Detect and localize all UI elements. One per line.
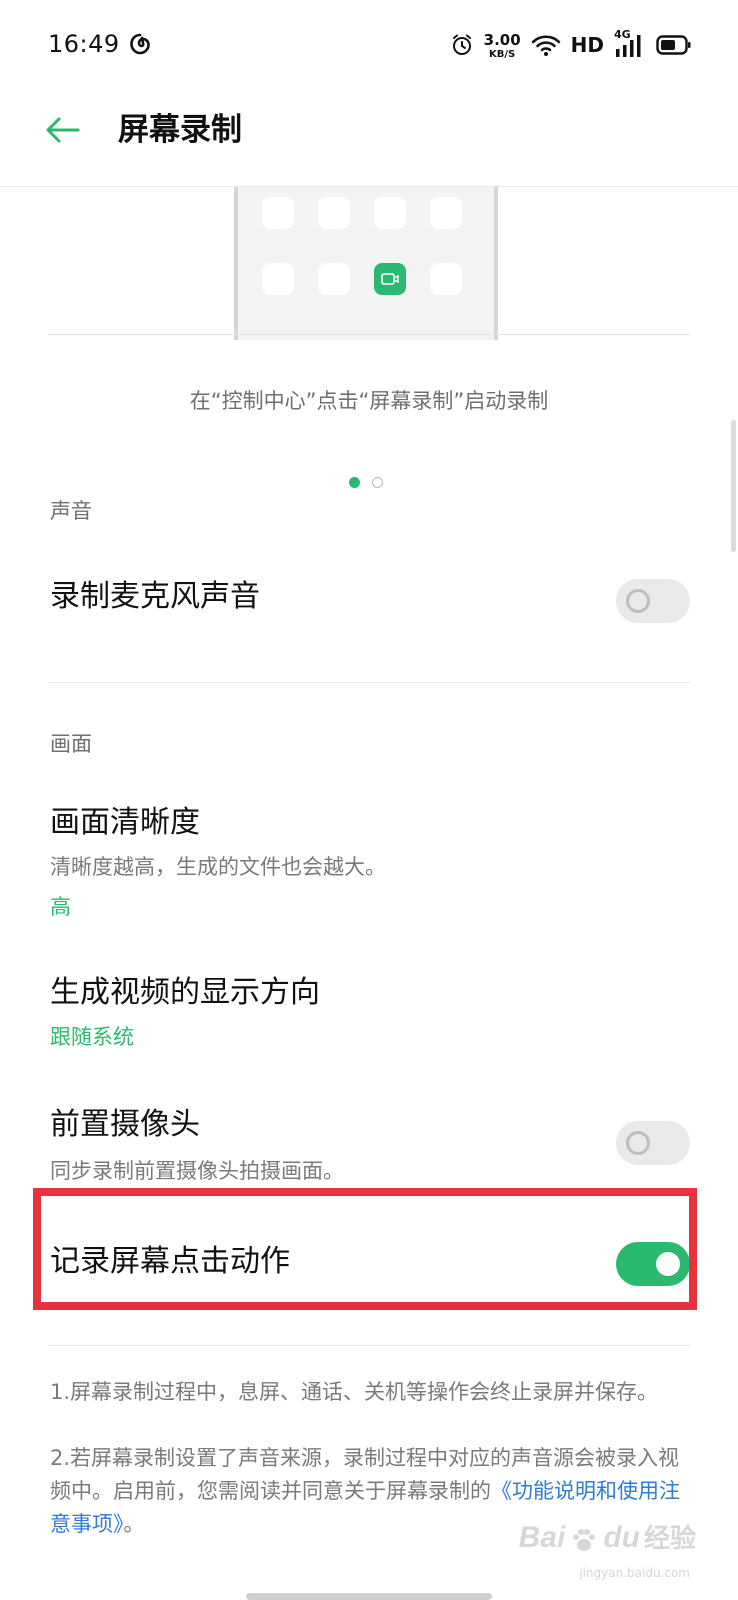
orientation-setting-value: 跟随系统 <box>50 1025 134 1049</box>
illustration-caption: 在“控制中心”点击“屏幕录制”启动录制 <box>189 389 549 413</box>
control-tile <box>318 263 350 295</box>
control-tile <box>318 197 350 229</box>
toggle-knob <box>626 1131 650 1155</box>
scrollbar-thumb[interactable] <box>731 420 736 552</box>
back-arrow-icon[interactable] <box>42 110 82 150</box>
front-camera-setting-title: 前置摄像头 <box>50 1107 200 1142</box>
mic-toggle[interactable] <box>616 579 690 623</box>
control-center-illustration <box>0 187 738 347</box>
front-camera-toggle[interactable] <box>616 1121 690 1165</box>
baidu-jingyan-watermark: Bai du 经验 <box>519 1518 696 1555</box>
hd-indicator: HD <box>570 33 604 57</box>
watermark-url: jingyan.baidu.com <box>579 1566 690 1580</box>
control-tile <box>430 197 462 229</box>
watermark-cn: 经验 <box>643 1524 696 1554</box>
section-divider <box>48 1345 690 1346</box>
screen-record-settings-page: 16:49 3.00 KB/S HD 4G 屏幕录制 在“控制中心”点击“屏幕录… <box>0 0 738 1600</box>
page-dot-active <box>349 477 360 488</box>
phone-mockup <box>234 187 498 340</box>
network-speed: 3.00 KB/S <box>483 30 521 60</box>
page-dot <box>372 477 383 488</box>
control-tile <box>262 263 294 295</box>
watermark-brand-2: du <box>603 1521 640 1554</box>
clarity-setting-subtitle: 清晰度越高，生成的文件也会越大。 <box>50 855 386 879</box>
battery-icon <box>656 35 691 55</box>
front-camera-setting-subtitle: 同步录制前置摄像头拍摄画面。 <box>50 1159 344 1183</box>
footnote-1: 1.屏幕录制过程中，息屏、通话、关机等操作会终止录屏并保存。 <box>50 1380 659 1404</box>
control-tile <box>262 197 294 229</box>
control-tile <box>374 197 406 229</box>
mic-setting-title: 录制麦克风声音 <box>50 579 260 614</box>
section-label-sound: 声音 <box>50 499 92 523</box>
status-icons: 3.00 KB/S HD 4G <box>450 28 692 62</box>
orientation-setting-title: 生成视频的显示方向 <box>50 975 320 1010</box>
netease-music-icon <box>130 33 150 55</box>
status-bar: 16:49 3.00 KB/S HD 4G <box>0 0 738 88</box>
page-title: 屏幕录制 <box>118 112 242 148</box>
clarity-setting-title: 画面清晰度 <box>50 805 200 840</box>
toggle-knob <box>626 589 650 613</box>
control-tile <box>430 263 462 295</box>
app-header: 屏幕录制 <box>0 88 738 187</box>
signal-bars-icon <box>616 35 641 57</box>
status-time: 16:49 <box>48 30 120 58</box>
screen-record-tile <box>374 263 406 295</box>
section-divider <box>48 682 690 683</box>
wifi-icon <box>531 35 560 56</box>
highlight-annotation-box <box>33 1188 697 1310</box>
footnote-2-end: 。 <box>123 1512 145 1536</box>
baidu-paw-icon <box>573 1529 596 1551</box>
section-label-picture: 画面 <box>50 732 92 756</box>
network-speed-unit: KB/S <box>489 48 516 60</box>
screen-record-icon <box>381 273 399 285</box>
alarm-icon <box>452 34 471 55</box>
cellular-signal: 4G <box>614 28 646 58</box>
illustration-divider <box>48 334 690 335</box>
page-indicator <box>349 477 383 488</box>
watermark-brand: Bai <box>518 1521 566 1554</box>
network-speed-value: 3.00 <box>483 30 521 49</box>
clarity-setting-value: 高 <box>50 895 71 919</box>
home-indicator[interactable] <box>246 1593 492 1600</box>
